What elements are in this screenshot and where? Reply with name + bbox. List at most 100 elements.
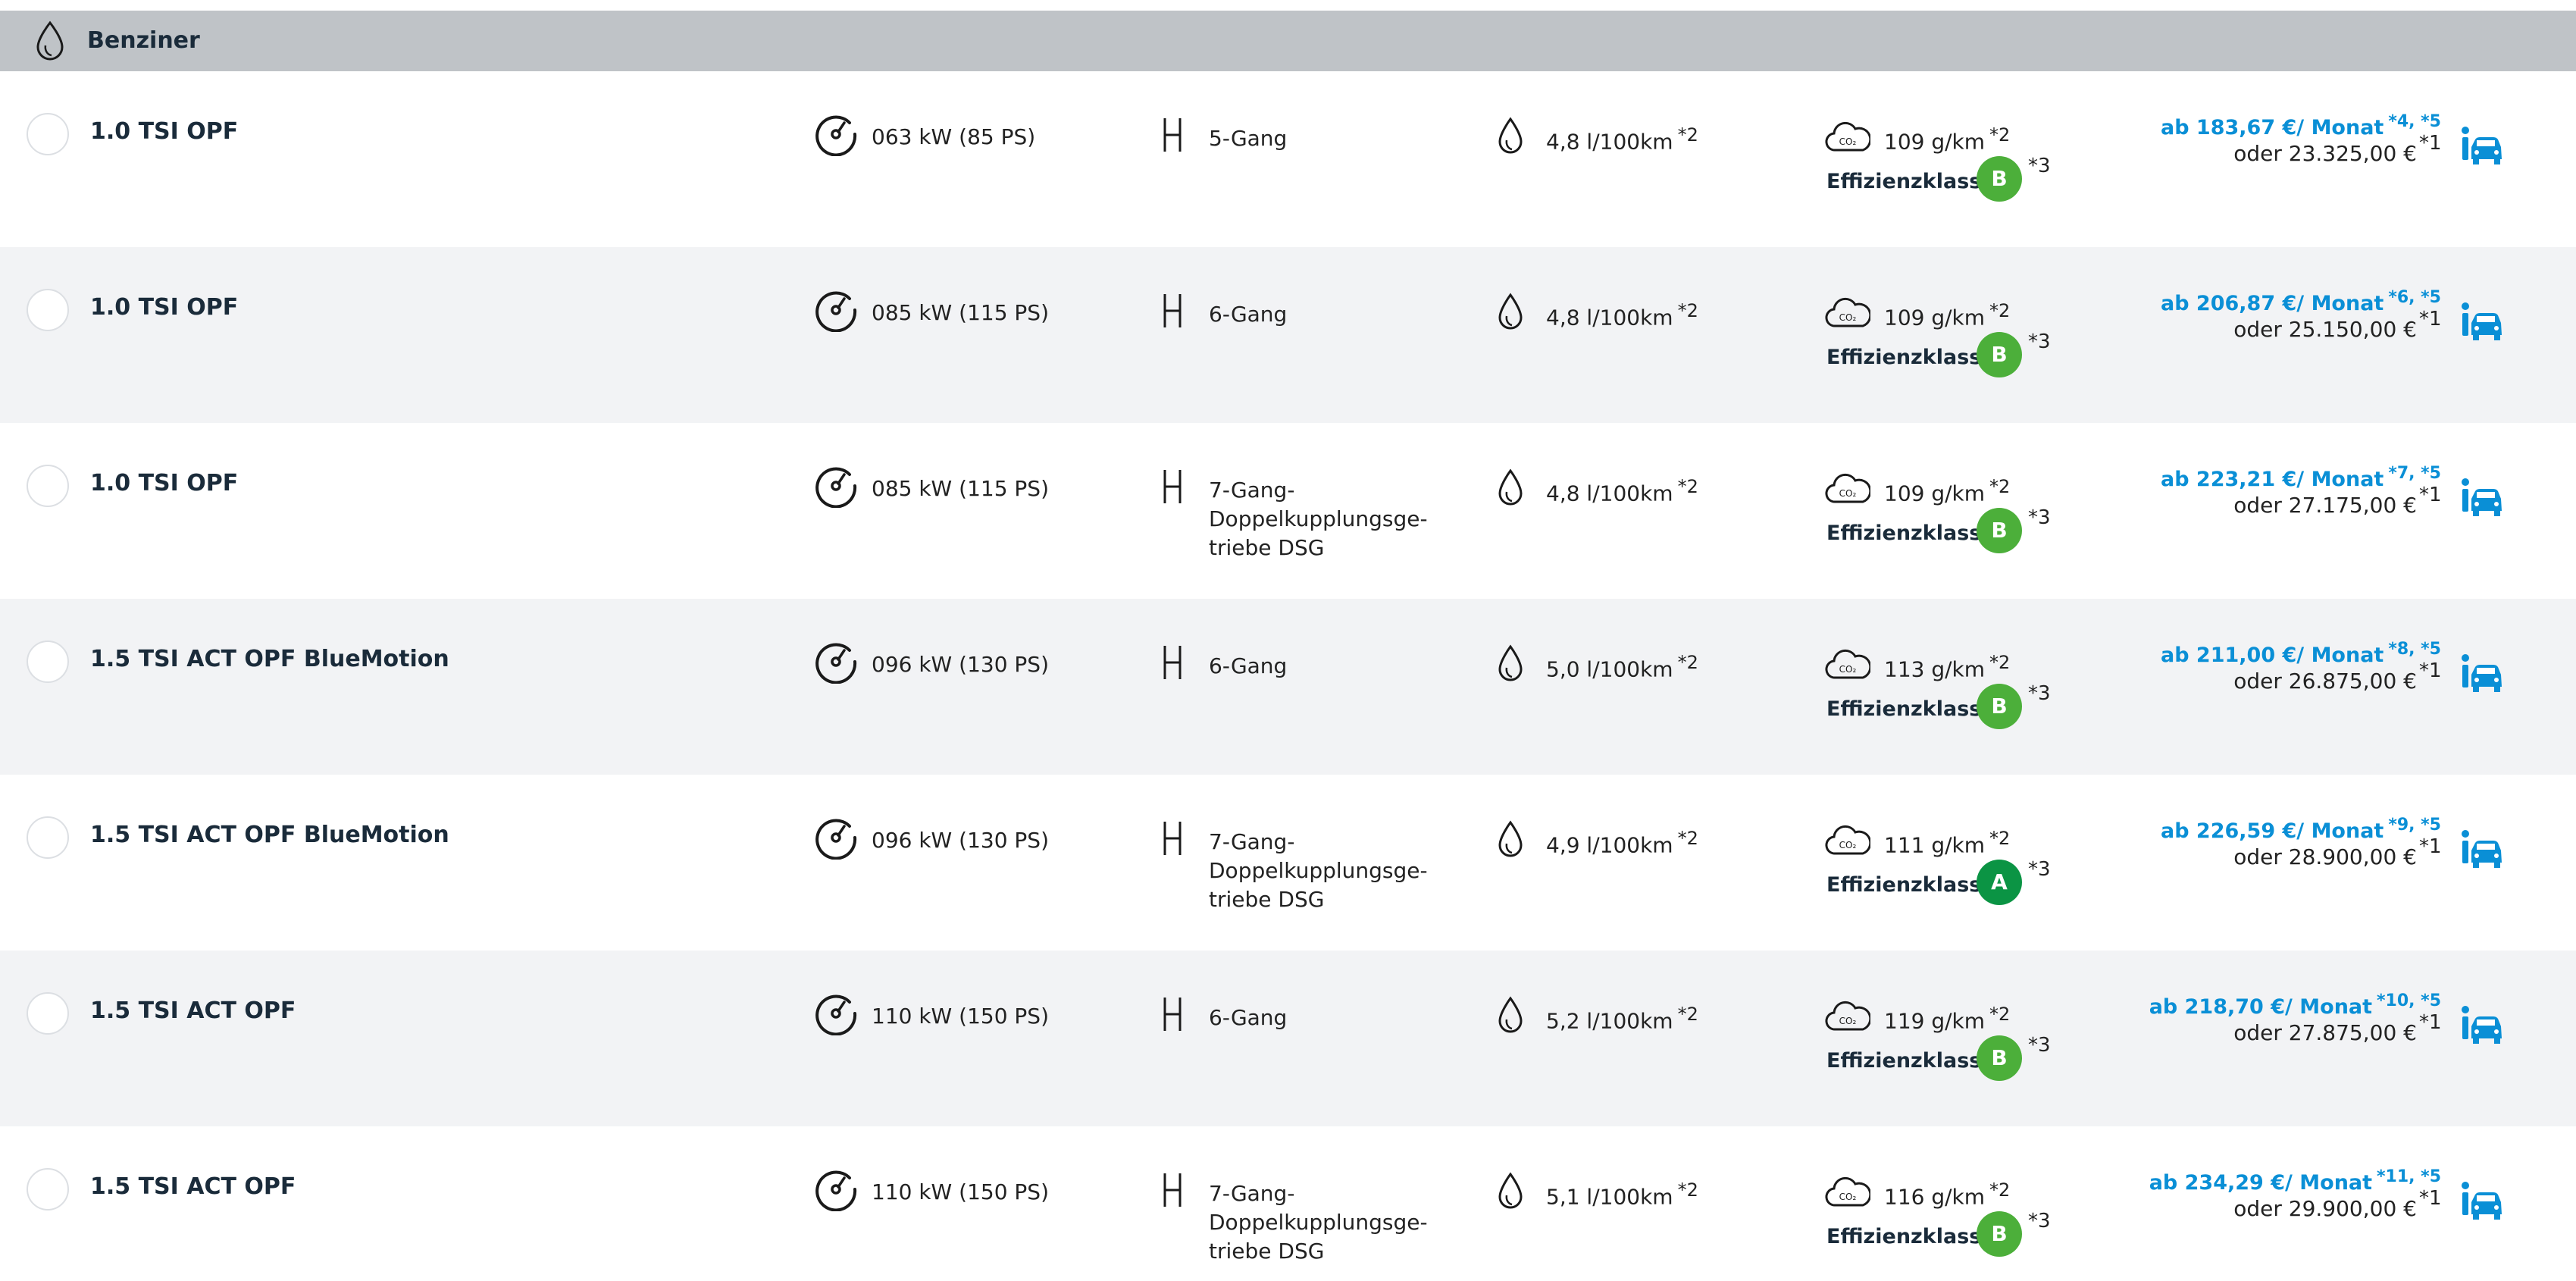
gearbox-icon [1163,470,1182,503]
power-value: 096 kW (130 PS) [872,828,1049,853]
total-price: oder 29.900,00 € [2233,1196,2417,1221]
fuel-drop-icon [1498,1172,1523,1209]
select-radio[interactable] [27,465,69,507]
car-info-icon[interactable] [2459,300,2504,343]
gearbox-icon [1163,998,1182,1031]
speedometer-icon [815,467,857,508]
gearbox-value: 7-Gang-Doppelkupplungsge-triebe DSG [1209,1181,1428,1264]
table-row[interactable]: 1.5 TSI ACT OPF BlueMotion 096 kW (130 P… [0,599,2576,775]
gearbox-value: 6-Gang [1209,1005,1288,1030]
total-price: oder 23.325,00 € [2233,141,2417,166]
consumption-value: 4,9 l/100km *2 [1546,828,1698,858]
gearbox-value: 5-Gang [1209,126,1288,151]
model-name: 1.0 TSI OPF [90,470,239,496]
car-info-icon[interactable] [2459,124,2504,167]
co2-cloud-icon: CO₂ [1825,473,1870,503]
total-price-footnote: *1 [2419,132,2442,155]
monthly-price-link[interactable]: ab 183,67 €/ Monat *4, *5 [2161,112,2441,139]
efficiency-footnote: *3 [2028,1210,2051,1232]
car-info-icon[interactable] [2459,1004,2504,1046]
table-row[interactable]: 1.0 TSI OPF 063 kW (85 PS) 5-Gang 4,8 l/… [0,71,2576,247]
power-value: 085 kW (115 PS) [872,476,1049,501]
total-price-footnote: *1 [2419,484,2442,506]
svg-text:CO₂: CO₂ [1839,312,1857,323]
monthly-price-link[interactable]: ab 218,70 €/ Monat *10, *5 [2149,991,2441,1019]
total-price-footnote: *1 [2419,308,2442,330]
consumption-value: 4,8 l/100km *2 [1546,300,1698,330]
gearbox-icon [1163,1173,1182,1207]
efficiency-badge: B [1977,508,2022,553]
table-row[interactable]: 1.0 TSI OPF 085 kW (115 PS) 6-Gang 4,8 l… [0,247,2576,423]
car-info-icon[interactable] [2459,1179,2504,1222]
consumption-footnote: *2 [1677,652,1698,673]
table-row[interactable]: 1.5 TSI ACT OPF 110 kW (150 PS) 7-Gang-D… [0,1126,2576,1281]
gearbox-value: 6-Gang [1209,653,1288,678]
select-radio[interactable] [27,113,69,155]
fuel-drop-icon [1498,644,1523,681]
power-value: 110 kW (150 PS) [872,1179,1049,1204]
co2-footnote: *2 [1989,828,2011,849]
speedometer-icon [815,1170,857,1211]
consumption-value: 5,2 l/100km *2 [1546,1004,1698,1034]
speedometer-icon [815,643,857,684]
select-radio[interactable] [27,1168,69,1211]
co2-cloud-icon: CO₂ [1825,1176,1870,1207]
consumption-footnote: *2 [1677,828,1698,849]
co2-footnote: *2 [1989,476,2011,497]
efficiency-badge: B [1977,684,2022,729]
efficiency-footnote: *3 [2028,330,2051,353]
consumption-value: 5,0 l/100km *2 [1546,652,1698,682]
gearbox-value: 7-Gang-Doppelkupplungsge-triebe DSG [1209,478,1428,560]
car-info-icon[interactable] [2459,828,2504,870]
co2-value: 116 g/km *2 [1884,1179,2011,1210]
co2-cloud-icon: CO₂ [1825,825,1870,855]
svg-text:CO₂: CO₂ [1839,840,1857,850]
select-radio[interactable] [27,289,69,331]
efficiency-footnote: *3 [2028,1034,2051,1057]
consumption-footnote: *2 [1677,124,1698,146]
svg-text:CO₂: CO₂ [1839,488,1857,499]
svg-text:CO₂: CO₂ [1839,1192,1857,1202]
co2-footnote: *2 [1989,124,2011,146]
efficiency-footnote: *3 [2028,858,2051,881]
monthly-price-link[interactable]: ab 226,59 €/ Monat *9, *5 [2161,816,2441,843]
total-price-footnote: *1 [2419,1011,2442,1034]
select-radio[interactable] [27,640,69,683]
fuel-drop-icon [1498,117,1523,154]
efficiency-badge: B [1977,156,2022,202]
fuel-drop-icon [1498,996,1523,1033]
table-row[interactable]: 1.5 TSI ACT OPF 110 kW (150 PS) 6-Gang 5… [0,951,2576,1126]
model-name: 1.0 TSI OPF [90,294,239,321]
model-name: 1.5 TSI ACT OPF BlueMotion [90,646,449,672]
gearbox-icon [1163,118,1182,152]
select-radio[interactable] [27,992,69,1035]
efficiency-badge: B [1977,332,2022,377]
model-name: 1.5 TSI ACT OPF [90,1173,296,1200]
monthly-price-link[interactable]: ab 223,21 €/ Monat *7, *5 [2161,464,2441,491]
model-name: 1.5 TSI ACT OPF BlueMotion [90,822,449,848]
speedometer-icon [815,115,857,156]
model-name: 1.0 TSI OPF [90,118,239,145]
svg-text:CO₂: CO₂ [1839,664,1857,675]
co2-value: 111 g/km *2 [1884,828,2011,858]
power-value: 063 kW (85 PS) [872,124,1036,149]
consumption-footnote: *2 [1677,476,1698,497]
car-info-icon[interactable] [2459,652,2504,694]
group-header-benziner[interactable]: Benziner [0,11,2576,71]
monthly-price-link[interactable]: ab 206,87 €/ Monat *6, *5 [2161,288,2441,315]
co2-cloud-icon: CO₂ [1825,649,1870,679]
select-radio[interactable] [27,816,69,859]
table-row[interactable]: 1.5 TSI ACT OPF BlueMotion 096 kW (130 P… [0,775,2576,951]
svg-text:CO₂: CO₂ [1839,1016,1857,1026]
co2-footnote: *2 [1989,300,2011,321]
co2-footnote: *2 [1989,1004,2011,1025]
total-price: oder 25.150,00 € [2233,317,2417,342]
consumption-footnote: *2 [1677,1179,1698,1201]
total-price: oder 27.175,00 € [2233,493,2417,518]
monthly-price-link[interactable]: ab 211,00 €/ Monat *8, *5 [2161,640,2441,667]
co2-value: 119 g/km *2 [1884,1004,2011,1034]
total-price: oder 26.875,00 € [2233,669,2417,694]
car-info-icon[interactable] [2459,476,2504,518]
table-row[interactable]: 1.0 TSI OPF 085 kW (115 PS) 7-Gang-Doppe… [0,423,2576,599]
monthly-price-link[interactable]: ab 234,29 €/ Monat *11, *5 [2149,1167,2441,1195]
